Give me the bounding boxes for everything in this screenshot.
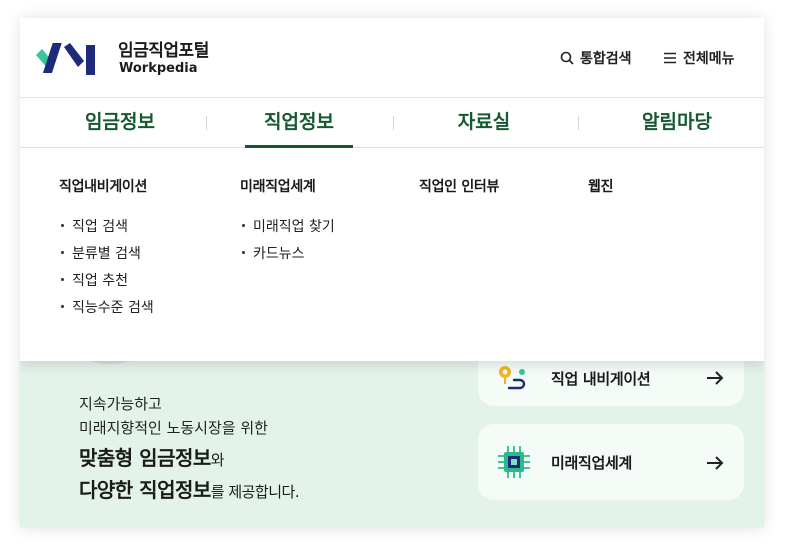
bullet-icon	[61, 224, 64, 227]
brand-name-korean: 임금직업포털	[118, 41, 209, 61]
future-jobs-card-label: 미래직업세계	[551, 454, 633, 472]
dropdown-title-future-jobs[interactable]: 미래직업세계	[240, 176, 335, 196]
hero-headline-1: 맞춤형 임금정보와	[79, 446, 225, 470]
dropdown-column-future-jobs: 미래직업세계 미래직업 찾기 카드뉴스	[240, 176, 335, 266]
hamburger-menu-icon	[663, 52, 677, 64]
all-menu-label: 전체메뉴	[683, 51, 735, 67]
nav-item-resources[interactable]: 자료실	[424, 98, 544, 148]
search-icon	[560, 51, 574, 65]
job-info-dropdown-menu: 직업내비게이션 직업 검색 분류별 검색 직업 추천 직능수준 검색 미래직업세…	[20, 148, 764, 361]
map-pin-route-icon	[496, 364, 530, 398]
dropdown-link-card-news[interactable]: 카드뉴스	[240, 239, 335, 266]
nav-item-notice-board[interactable]: 알림마당	[612, 98, 742, 148]
all-menu-button[interactable]: 전체메뉴	[663, 48, 735, 68]
dropdown-link-job-search[interactable]: 직업 검색	[59, 212, 154, 239]
chip-icon	[496, 444, 532, 484]
hero-line-2: 미래지향적인 노동시장을 위한	[79, 419, 268, 437]
bullet-icon	[61, 305, 64, 308]
bullet-icon	[242, 251, 245, 254]
integrated-search-label: 통합검색	[580, 51, 632, 67]
dropdown-title-interviews[interactable]: 직업인 인터뷰	[419, 176, 499, 196]
page-frame: 지속가능하고 미래지향적인 노동시장을 위한 맞춤형 임금정보와 다양한 직업정…	[20, 18, 764, 528]
nav-divider	[578, 116, 579, 130]
brand-name-english: Workpedia	[119, 61, 198, 76]
workpedia-logo-icon[interactable]	[34, 39, 106, 79]
nav-item-wage-info[interactable]: 임금정보	[60, 98, 180, 148]
dropdown-link-job-recommendation[interactable]: 직업 추천	[59, 266, 154, 293]
dropdown-link-category-search[interactable]: 분류별 검색	[59, 239, 154, 266]
dropdown-column-interviews: 직업인 인터뷰	[419, 176, 499, 212]
dropdown-column-webzine: 웹진	[588, 176, 613, 212]
nav-item-job-info[interactable]: 직업정보	[245, 98, 353, 148]
dropdown-title-job-navigation[interactable]: 직업내비게이션	[59, 176, 154, 196]
integrated-search-button[interactable]: 통합검색	[560, 48, 632, 68]
future-jobs-card[interactable]: 미래직업세계	[478, 424, 744, 500]
dropdown-link-skill-level-search[interactable]: 직능수준 검색	[59, 293, 154, 320]
arrow-right-icon	[706, 370, 724, 389]
dropdown-title-webzine[interactable]: 웹진	[588, 176, 613, 196]
dropdown-column-job-navigation: 직업내비게이션 직업 검색 분류별 검색 직업 추천 직능수준 검색	[59, 176, 154, 320]
site-header: 임금직업포털 Workpedia 통합검색 전체메뉴	[20, 18, 764, 98]
bullet-icon	[61, 251, 64, 254]
bullet-icon	[242, 224, 245, 227]
job-navigation-card-label: 직업 내비게이션	[551, 370, 651, 388]
nav-divider	[206, 116, 207, 130]
dropdown-link-find-future-jobs[interactable]: 미래직업 찾기	[240, 212, 335, 239]
nav-divider	[393, 116, 394, 130]
hero-line-1: 지속가능하고	[79, 395, 162, 413]
main-navigation: 임금정보 직업정보 자료실 알림마당	[20, 98, 764, 148]
arrow-right-icon	[706, 455, 724, 474]
bullet-icon	[61, 278, 64, 281]
hero-headline-2: 다양한 직업정보를 제공합니다.	[79, 478, 300, 502]
